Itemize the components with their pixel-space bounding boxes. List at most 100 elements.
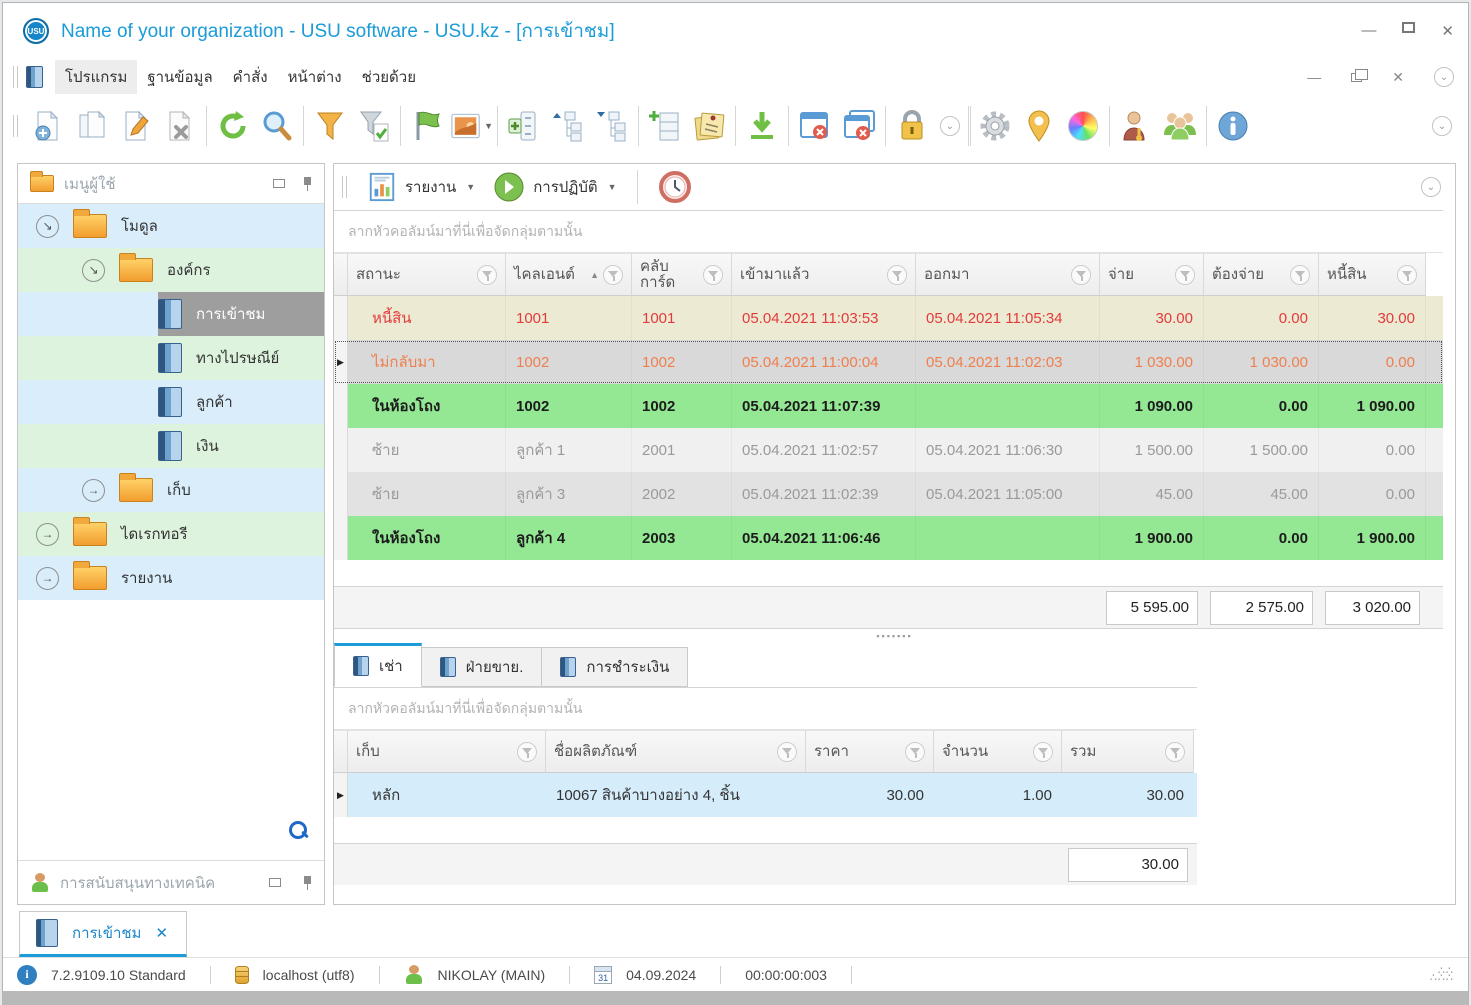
sidebar-tree-item[interactable]: องค์กร bbox=[18, 248, 324, 292]
column-header-came-in[interactable]: เข้ามาแล้ว bbox=[732, 253, 916, 296]
rental-row[interactable]: หลัก 10067 สินค้าบางอย่าง 4, ชิ้น 30.00 … bbox=[334, 773, 1197, 817]
sidebar-tree-item[interactable]: ลูกค้า bbox=[18, 380, 324, 424]
mdi-restore-button[interactable] bbox=[1351, 73, 1362, 82]
sidebar-tree-item[interactable]: ทางไปรษณีย์ bbox=[18, 336, 324, 380]
import-button[interactable] bbox=[740, 102, 784, 150]
column-header-to-pay[interactable]: ต้องจ่าย bbox=[1204, 253, 1319, 296]
filter-icon[interactable] bbox=[887, 265, 907, 285]
close-all-windows-button[interactable] bbox=[837, 102, 881, 150]
column-header-product[interactable]: ชื่อผลิตภัณฑ์ bbox=[546, 730, 806, 773]
filter-icon[interactable] bbox=[1290, 265, 1310, 285]
report-button[interactable]: รายงาน ▼ bbox=[361, 168, 481, 206]
sidebar-tree-item[interactable]: ไดเรกทอรี bbox=[18, 512, 324, 556]
panel-splitter[interactable]: ▪▪▪▪▪▪▪ bbox=[334, 629, 1455, 643]
sidebar-tree-item[interactable]: เงิน bbox=[18, 424, 324, 468]
mdi-minimize-button[interactable]: — bbox=[1307, 69, 1321, 85]
add-row-button[interactable] bbox=[643, 102, 687, 150]
detail-tab[interactable]: ฝ่ายขาย. bbox=[422, 647, 543, 687]
menu-commands[interactable]: คำสั่ง bbox=[223, 60, 278, 94]
minimize-button[interactable]: — bbox=[1361, 22, 1376, 40]
edit-record-button[interactable] bbox=[114, 102, 158, 150]
pin-icon[interactable] bbox=[303, 876, 312, 890]
filter-icon[interactable] bbox=[1175, 265, 1195, 285]
mdi-close-button[interactable]: ✕ bbox=[1392, 69, 1404, 86]
toolbar-overflow-icon[interactable]: ⌄ bbox=[940, 116, 960, 136]
filter-icon[interactable] bbox=[703, 265, 723, 285]
support-panel-header[interactable]: การสนับสนุนทางเทคนิค bbox=[18, 860, 324, 904]
filter-icon[interactable] bbox=[1071, 265, 1091, 285]
menu-overflow-icon[interactable]: ⌄ bbox=[1434, 67, 1454, 87]
delete-record-button[interactable] bbox=[158, 102, 202, 150]
sidebar-search-icon[interactable] bbox=[288, 820, 310, 842]
image-button[interactable]: ▼ bbox=[449, 102, 493, 150]
column-header-store[interactable]: เก็บ bbox=[348, 730, 546, 773]
menu-program[interactable]: โปรแกรม bbox=[55, 60, 137, 94]
tree-expand-button[interactable] bbox=[590, 102, 634, 150]
column-header-status[interactable]: สถานะ bbox=[348, 253, 506, 296]
tree-toggle-icon[interactable] bbox=[82, 259, 105, 282]
flag-button[interactable] bbox=[405, 102, 449, 150]
actionbar-overflow-icon[interactable]: ⌄ bbox=[1421, 177, 1441, 197]
filter-icon[interactable] bbox=[1033, 742, 1053, 762]
sidebar-tree-item[interactable]: โมดูล bbox=[18, 204, 324, 248]
menu-database[interactable]: ฐานข้อมูล bbox=[137, 60, 222, 94]
visit-row[interactable]: หนี้สิน 1001 1001 05.04.2021 11:03:53 05… bbox=[334, 296, 1443, 340]
column-header-paid[interactable]: จ่าย bbox=[1100, 253, 1204, 296]
new-record-button[interactable] bbox=[26, 102, 70, 150]
notes-button[interactable] bbox=[687, 102, 731, 150]
column-header-clubcard[interactable]: คลับการ์ด bbox=[632, 253, 732, 296]
execute-button[interactable]: การปฏิบัติ ▼ bbox=[487, 167, 622, 207]
panel-float-icon[interactable] bbox=[273, 179, 285, 188]
column-header-debt[interactable]: หนี้สิน bbox=[1319, 253, 1426, 296]
search-button[interactable] bbox=[255, 102, 299, 150]
filter-icon[interactable] bbox=[777, 742, 797, 762]
filter-icon[interactable] bbox=[1397, 265, 1417, 285]
tree-toggle-icon[interactable] bbox=[82, 479, 105, 502]
column-header-went-out[interactable]: ออกมา bbox=[916, 253, 1100, 296]
filter-button[interactable] bbox=[308, 102, 352, 150]
user-key-button[interactable] bbox=[1114, 102, 1158, 150]
filter-icon[interactable] bbox=[603, 265, 623, 285]
filter-icon[interactable] bbox=[1165, 742, 1185, 762]
sidebar-tree-item[interactable]: การเข้าชม bbox=[18, 292, 324, 336]
pin-icon[interactable] bbox=[303, 177, 312, 191]
filter-icon[interactable] bbox=[517, 742, 537, 762]
menu-window[interactable]: หน้าต่าง bbox=[278, 60, 352, 94]
info-button[interactable] bbox=[1211, 102, 1255, 150]
timer-button[interactable] bbox=[652, 166, 698, 208]
filter-apply-button[interactable] bbox=[352, 102, 396, 150]
lock-button[interactable] bbox=[890, 102, 934, 150]
filter-icon[interactable] bbox=[477, 265, 497, 285]
add-list-button[interactable] bbox=[502, 102, 546, 150]
visit-row[interactable]: ไม่กลับมา 1002 1002 05.04.2021 11:00:04 … bbox=[334, 340, 1443, 384]
color-palette-button[interactable] bbox=[1061, 102, 1105, 150]
location-pin-button[interactable] bbox=[1017, 102, 1061, 150]
column-header-price[interactable]: ราคา bbox=[806, 730, 934, 773]
tree-toggle-icon[interactable] bbox=[36, 215, 59, 238]
visit-row[interactable]: ในห้องโถง 1002 1002 05.04.2021 11:07:39 … bbox=[334, 384, 1443, 428]
visit-row[interactable]: ซ้าย ลูกค้า 3 2002 05.04.2021 11:02:39 0… bbox=[334, 472, 1443, 516]
detail-tab[interactable]: การชำระเงิน bbox=[542, 647, 688, 687]
maximize-button[interactable] bbox=[1402, 22, 1415, 33]
groupby-bar[interactable]: ลากหัวคอลัมน์มาที่นี่เพื่อจัดกลุ่มตามนั้… bbox=[334, 688, 1197, 730]
column-header-client[interactable]: ไคลเอนต์▲ bbox=[506, 253, 632, 296]
column-header-qty[interactable]: จำนวน bbox=[934, 730, 1062, 773]
tree-toggle-icon[interactable] bbox=[36, 523, 59, 546]
visit-row[interactable]: ซ้าย ลูกค้า 1 2001 05.04.2021 11:02:57 0… bbox=[334, 428, 1443, 472]
tree-collapse-button[interactable] bbox=[546, 102, 590, 150]
sidebar-tree-item[interactable]: เก็บ bbox=[18, 468, 324, 512]
settings-gear-button[interactable] bbox=[973, 102, 1017, 150]
toolbar-overflow-icon[interactable]: ⌄ bbox=[1432, 116, 1452, 136]
menu-help[interactable]: ช่วยด้วย bbox=[352, 60, 426, 94]
document-tab-visits[interactable]: การเข้าชม ✕ bbox=[19, 911, 187, 957]
users-group-button[interactable] bbox=[1158, 102, 1202, 150]
visit-row[interactable]: ในห้องโถง ลูกค้า 4 2003 05.04.2021 11:06… bbox=[334, 516, 1443, 560]
copy-record-button[interactable] bbox=[70, 102, 114, 150]
sidebar-tree-item[interactable]: รายงาน bbox=[18, 556, 324, 600]
tree-toggle-icon[interactable] bbox=[36, 567, 59, 590]
close-window-button[interactable] bbox=[793, 102, 837, 150]
refresh-button[interactable] bbox=[211, 102, 255, 150]
detail-tab[interactable]: เช่า bbox=[334, 643, 422, 687]
close-button[interactable]: ✕ bbox=[1441, 22, 1454, 40]
panel-float-icon[interactable] bbox=[269, 878, 281, 887]
